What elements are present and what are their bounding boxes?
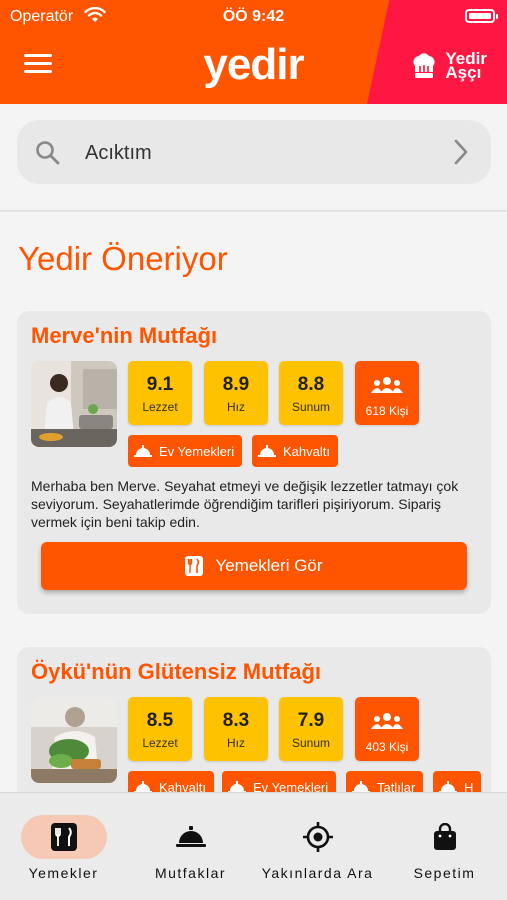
tab-label: Yakınlarda Ara xyxy=(261,865,374,881)
bottom-tab-bar: Yemekler Mutfaklar Yakınlarda Ara Sepeti… xyxy=(0,792,507,900)
tab-label: Sepetim xyxy=(413,865,476,881)
score-value: 9.1 xyxy=(146,374,174,395)
tab-sepetim[interactable]: Sepetim xyxy=(381,793,507,900)
tab-yemekler[interactable]: Yemekler xyxy=(0,793,127,900)
status-bar: Operatör ÖÖ 9:42 xyxy=(0,6,507,28)
kitchen-title: Merve'nin Mutfağı xyxy=(31,323,218,348)
kitchen-card[interactable]: Merve'nin Mutfağı 9.1 Lezzet 8.9 Hız 8.8… xyxy=(17,311,491,614)
bag-icon xyxy=(433,823,456,850)
category-tag[interactable]: Ev Yemekleri xyxy=(128,435,243,467)
score-speed: 8.9 Hız xyxy=(204,361,268,425)
cloche-icon xyxy=(175,826,206,847)
search-icon xyxy=(36,141,60,165)
score-taste: 8.5 Lezzet xyxy=(128,697,192,761)
score-value: 8.9 xyxy=(222,374,250,395)
view-dishes-label: Yemekleri Gör xyxy=(215,556,323,575)
search-bar[interactable]: Acıktım xyxy=(17,120,491,184)
tab-label: Yemekler xyxy=(28,865,99,881)
search-section: Acıktım xyxy=(0,104,507,212)
followers-count: 618 Kişi xyxy=(365,404,409,418)
score-label: Lezzet xyxy=(142,400,178,414)
score-label: Hız xyxy=(227,400,245,414)
score-taste: 9.1 Lezzet xyxy=(128,361,192,425)
app-header: Operatör ÖÖ 9:42 yedir Yedir Aşçı xyxy=(0,0,507,104)
view-dishes-button[interactable]: Yemekleri Gör xyxy=(41,542,467,590)
clock: ÖÖ 9:42 xyxy=(222,8,285,25)
partner-logo[interactable]: Yedir Aşçı xyxy=(409,50,487,82)
kitchen-title: Öykü'nün Glütensiz Mutfağı xyxy=(31,659,322,684)
score-value: 7.9 xyxy=(297,710,325,731)
score-value: 8.3 xyxy=(222,710,250,731)
score-speed: 8.3 Hız xyxy=(204,697,268,761)
kitchen-photo xyxy=(31,697,117,783)
cloche-icon xyxy=(258,445,276,457)
chevron-right-icon[interactable] xyxy=(453,138,469,166)
tab-mutfaklar[interactable]: Mutfaklar xyxy=(127,793,254,900)
kitchen-description: Merhaba ben Merve. Seyahat etmeyi ve değ… xyxy=(31,478,459,530)
utensils-icon xyxy=(185,556,204,576)
score-label: Sunum xyxy=(291,736,331,750)
followers-badge: 618 Kişi xyxy=(355,361,419,425)
utensils-icon xyxy=(50,823,77,851)
tab-label: Mutfaklar xyxy=(154,865,227,881)
cloche-icon xyxy=(134,445,152,457)
partner-logo-line2: Aşçı xyxy=(445,63,482,82)
tag-label: Kahvaltı xyxy=(283,443,330,459)
people-icon xyxy=(371,713,403,729)
tab-yakinlarda-ara[interactable]: Yakınlarda Ara xyxy=(254,793,381,900)
score-label: Sunum xyxy=(291,400,331,414)
score-value: 8.5 xyxy=(146,710,174,731)
followers-badge: 403 Kişi xyxy=(355,697,419,761)
tag-label: Ev Yemekleri xyxy=(159,443,235,459)
people-icon xyxy=(371,377,403,393)
search-text: Acıktım xyxy=(85,142,152,164)
score-presentation: 8.8 Sunum xyxy=(279,361,343,425)
chef-hat-icon xyxy=(413,53,435,78)
kitchen-photo xyxy=(31,361,117,447)
kitchen-card[interactable]: Öykü'nün Glütensiz Mutfağı 8.5 Lezzet 8.… xyxy=(17,647,491,807)
score-value: 8.8 xyxy=(297,374,325,395)
score-label: Hız xyxy=(227,736,245,750)
category-tag[interactable]: Kahvaltı xyxy=(252,435,338,467)
section-title: Yedir Öneriyor xyxy=(18,240,228,277)
target-icon xyxy=(302,822,333,852)
score-presentation: 7.9 Sunum xyxy=(279,697,343,761)
battery-icon xyxy=(465,9,498,23)
followers-count: 403 Kişi xyxy=(365,740,409,754)
score-label: Lezzet xyxy=(142,736,178,750)
